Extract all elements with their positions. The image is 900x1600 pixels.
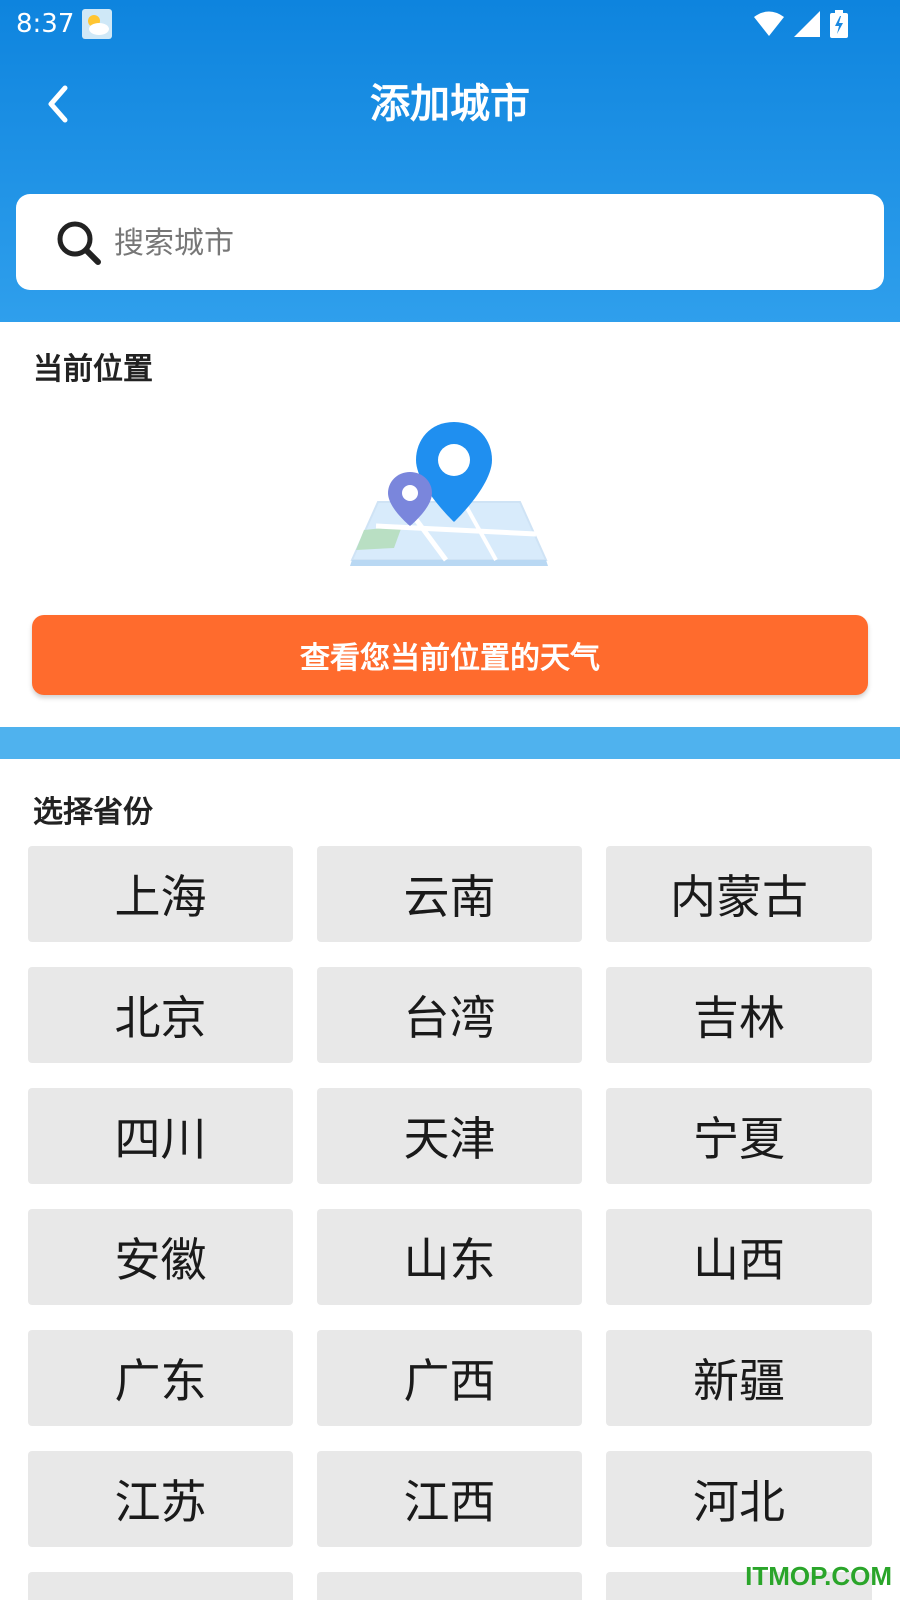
- province-item[interactable]: 宁夏: [606, 1088, 872, 1184]
- search-icon: [56, 220, 102, 266]
- weather-icon: [82, 9, 112, 39]
- header: 8:37 添加城市 搜索城市: [0, 0, 900, 322]
- view-current-weather-button[interactable]: 查看您当前位置的天气: [32, 615, 868, 695]
- province-item[interactable]: 广西: [317, 1330, 582, 1426]
- province-item[interactable]: 新疆: [606, 1330, 872, 1426]
- page-title: 添加城市: [370, 81, 530, 127]
- status-bar: 8:37: [0, 0, 900, 48]
- status-time: 8:37: [16, 9, 75, 39]
- province-item[interactable]: 北京: [28, 967, 293, 1063]
- province-item[interactable]: 河北: [606, 1451, 872, 1547]
- province-item[interactable]: 吉林: [606, 967, 872, 1063]
- province-item[interactable]: [28, 1572, 293, 1600]
- province-grid: 上海 云南 内蒙古 北京 台湾 吉林 四川 天津 宁夏 安徽 山东 山西 广东 …: [28, 846, 873, 1600]
- province-item[interactable]: 江苏: [28, 1451, 293, 1547]
- signal-icon: [794, 11, 820, 41]
- province-item[interactable]: 天津: [317, 1088, 582, 1184]
- wifi-icon: [754, 11, 784, 41]
- province-item[interactable]: 四川: [28, 1088, 293, 1184]
- province-item[interactable]: 上海: [28, 846, 293, 942]
- province-item[interactable]: 山东: [317, 1209, 582, 1305]
- search-input[interactable]: [112, 212, 856, 274]
- province-section: 选择省份 上海 云南 内蒙古 北京 台湾 吉林 四川 天津 宁夏 安徽 山东 山…: [0, 759, 900, 1600]
- province-item[interactable]: 山西: [606, 1209, 872, 1305]
- current-location-title: 当前位置: [33, 352, 153, 387]
- province-item[interactable]: 安徽: [28, 1209, 293, 1305]
- map-pin-icon: [346, 422, 552, 570]
- nav-bar: 添加城市: [0, 62, 900, 146]
- province-item[interactable]: 江西: [317, 1451, 582, 1547]
- province-item[interactable]: 广东: [28, 1330, 293, 1426]
- province-item[interactable]: [317, 1572, 582, 1600]
- battery-charging-icon: [830, 10, 848, 42]
- province-item[interactable]: 台湾: [317, 967, 582, 1063]
- chevron-left-icon: [48, 85, 68, 123]
- province-item[interactable]: 云南: [317, 846, 582, 942]
- watermark: ITMOP.COM: [745, 1561, 892, 1591]
- province-section-title: 选择省份: [33, 795, 153, 830]
- current-location-section: 当前位置 查看您当前位置的天气: [0, 322, 900, 727]
- back-button[interactable]: [28, 74, 88, 134]
- section-divider: [0, 727, 900, 759]
- status-icons: [754, 10, 848, 42]
- add-city-screen: 8:37 添加城市 搜索城市 当前位置 查看您当前位置的天气 选择省份 上海 云…: [0, 0, 900, 1600]
- province-item[interactable]: 内蒙古: [606, 846, 872, 942]
- search-box[interactable]: [16, 194, 884, 290]
